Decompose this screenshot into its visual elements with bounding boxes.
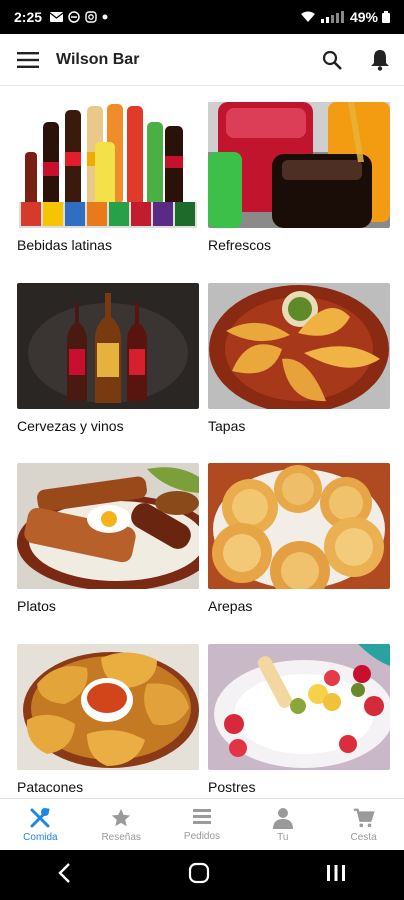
search-button[interactable] <box>308 34 356 86</box>
bell-icon <box>371 49 389 71</box>
category-card-arepas[interactable]: Arepas <box>208 463 390 616</box>
nav-resenas[interactable]: Reseñas <box>81 799 162 850</box>
search-icon <box>322 50 342 70</box>
category-label: Platos <box>17 598 56 614</box>
patacones-image <box>17 644 199 770</box>
bebidas-latinas-image <box>17 102 199 228</box>
category-label: Cervezas y vinos <box>17 418 124 434</box>
person-icon <box>272 807 293 829</box>
dot-icon <box>102 14 108 20</box>
wifi-icon <box>300 11 315 22</box>
status-bar: 2:25 49% <box>0 0 404 34</box>
app-title: Wilson Bar <box>56 50 140 68</box>
nav-cesta[interactable]: Cesta <box>323 799 404 850</box>
notification-icons <box>50 11 108 23</box>
category-label: Postres <box>208 779 256 795</box>
nav-label: Reseñas <box>101 831 141 843</box>
home-button[interactable] <box>188 862 210 889</box>
category-label: Arepas <box>208 598 253 614</box>
refrescos-image <box>208 102 390 228</box>
nav-label: Cesta <box>350 831 377 843</box>
list-icon <box>192 808 211 824</box>
category-label: Bebidas latinas <box>17 237 112 253</box>
app-bar: Wilson Bar <box>0 34 404 86</box>
category-card-postres[interactable]: Postres <box>208 644 390 797</box>
bottom-nav: Comida Reseñas Pedidos Tu Cesta <box>0 798 404 850</box>
recents-button[interactable] <box>325 863 347 888</box>
nav-pedidos[interactable]: Pedidos <box>162 799 243 850</box>
recents-icon <box>326 864 345 881</box>
category-card-refrescos[interactable]: Refrescos <box>208 102 390 255</box>
category-label: Refrescos <box>208 237 272 253</box>
star-icon <box>112 808 131 826</box>
signal-icon <box>320 11 344 23</box>
platos-image <box>17 463 199 589</box>
nav-tu[interactable]: Tu <box>242 799 323 850</box>
status-right: 49% <box>300 9 390 25</box>
category-label: Patacones <box>17 779 84 795</box>
status-time: 2:25 <box>14 9 43 25</box>
minus-circle-icon <box>68 11 80 23</box>
home-icon <box>188 862 210 883</box>
notifications-button[interactable] <box>356 34 404 86</box>
nav-label: Tu <box>277 831 289 843</box>
menu-button[interactable] <box>0 34 56 86</box>
battery-percent: 49% <box>349 9 378 25</box>
category-card-bebidas-latinas[interactable]: Bebidas latinas <box>17 102 199 255</box>
category-card-cervezas-y-vinos[interactable]: Cervezas y vinos <box>17 283 199 436</box>
hamburger-icon <box>17 51 39 68</box>
cervezas-y-vinos-image <box>17 283 199 409</box>
battery-icon <box>382 11 390 23</box>
category-card-platos[interactable]: Platos <box>17 463 199 616</box>
category-grid: Bebidas latinas Refrescos Cervezas y vin… <box>0 86 404 798</box>
category-card-patacones[interactable]: Patacones <box>17 644 199 797</box>
fork-knife-icon <box>30 807 50 827</box>
back-icon <box>58 862 71 883</box>
mail-icon <box>50 12 64 22</box>
nav-label: Pedidos <box>183 830 221 842</box>
tapas-image <box>208 283 390 409</box>
category-label: Tapas <box>208 418 246 434</box>
category-card-tapas[interactable]: Tapas <box>208 283 390 436</box>
postres-image <box>208 644 390 770</box>
system-nav-bar <box>0 850 404 900</box>
arepas-image <box>208 463 390 589</box>
cart-icon <box>353 808 375 827</box>
back-button[interactable] <box>57 862 73 889</box>
instagram-icon <box>85 11 97 23</box>
nav-comida[interactable]: Comida <box>0 799 81 850</box>
nav-label: Comida <box>23 831 58 843</box>
